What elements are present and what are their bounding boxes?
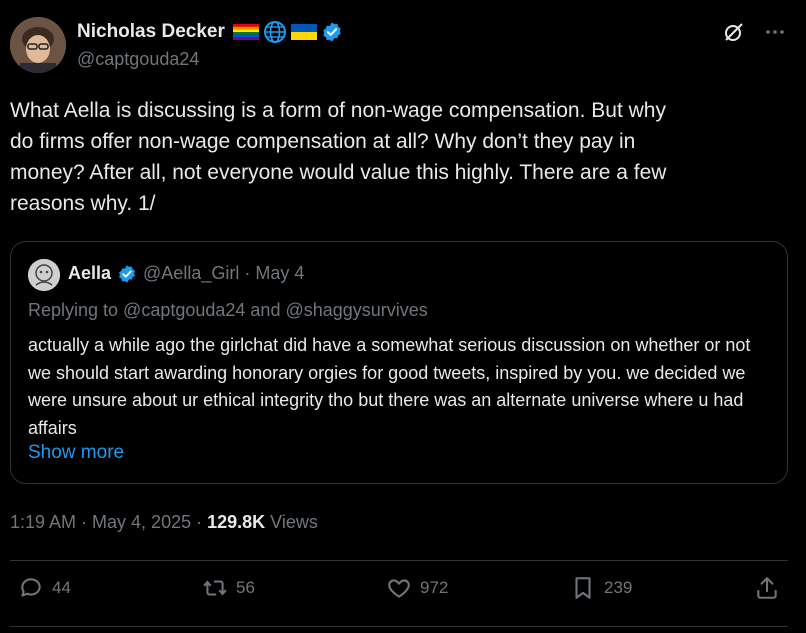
author-handle[interactable]: @captgouda24 [77, 49, 199, 70]
like-button[interactable]: 972 [386, 575, 448, 601]
action-bar: 44 56 972 239 [0, 575, 806, 613]
ukraine-flag-icon [290, 24, 317, 40]
views-label: Views [265, 512, 318, 532]
tweet-text: What Aella is discussing is a form of no… [10, 99, 667, 215]
verified-icon [323, 22, 341, 42]
reply-icon [21, 578, 41, 597]
quoted-tweet[interactable]: Aella @Aella_Girl · May 4 Replying to @c… [10, 241, 788, 484]
like-count: 972 [420, 578, 449, 597]
views-count: 129.8K [207, 512, 266, 532]
quote-handle-date[interactable]: @Aella_Girl · May 4 [143, 263, 304, 284]
share-icon [757, 577, 777, 599]
quote-text: actually a while ago the girlchat did ha… [28, 335, 751, 438]
repost-count: 56 [236, 578, 255, 597]
show-more-link[interactable]: Show more [28, 442, 124, 464]
author-avatar[interactable] [10, 17, 66, 73]
timestamp[interactable]: 1:19 AM · May 4, 2025 · [10, 512, 207, 532]
quote-author-name[interactable]: Aella [68, 263, 111, 284]
share-button[interactable] [754, 575, 780, 601]
divider [10, 560, 788, 561]
quote-replying-to: Replying to @captgouda24 and @shaggysurv… [28, 300, 428, 320]
bookmark-count: 239 [604, 578, 633, 597]
more-icon[interactable] [764, 21, 786, 43]
grok-icon[interactable] [722, 20, 746, 44]
bookmark-icon [575, 577, 591, 599]
like-icon [388, 579, 410, 598]
reply-count: 44 [52, 578, 71, 597]
repost-icon [203, 580, 227, 596]
reply-button[interactable]: 44 [18, 575, 71, 601]
globe-icon [263, 21, 286, 43]
author-name-row[interactable]: Nicholas Decker [77, 20, 343, 44]
tweet-meta: 1:19 AM · May 4, 2025 · 129.8K Views [10, 512, 318, 533]
verified-icon [119, 264, 135, 283]
bookmark-button[interactable]: 239 [570, 575, 632, 601]
author-name[interactable]: Nicholas Decker [77, 21, 225, 43]
rainbow-flag-icon [232, 24, 259, 40]
quote-avatar[interactable] [28, 259, 60, 291]
divider [10, 626, 788, 627]
repost-button[interactable]: 56 [202, 575, 255, 601]
